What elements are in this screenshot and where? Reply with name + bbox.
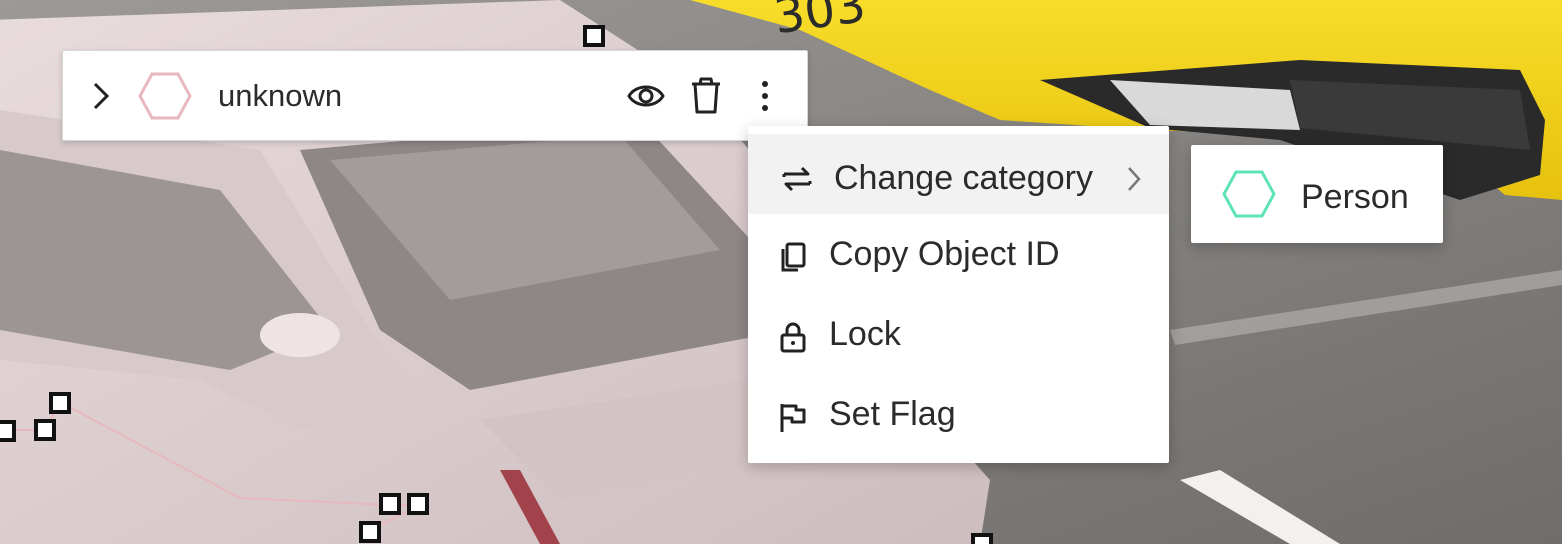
category-option-person[interactable]: Person bbox=[1191, 145, 1443, 243]
menu-item-label: Lock bbox=[829, 315, 901, 353]
expand-chevron-icon[interactable] bbox=[89, 79, 113, 113]
copy-icon bbox=[776, 240, 810, 274]
category-option-label: Person bbox=[1301, 178, 1409, 216]
menu-item-label: Set Flag bbox=[829, 395, 956, 433]
flag-icon bbox=[776, 400, 810, 434]
menu-item-label: Change category bbox=[834, 159, 1093, 197]
menu-item-change-category[interactable]: Change category bbox=[748, 134, 1169, 214]
menu-item-lock[interactable]: Lock bbox=[748, 294, 1169, 374]
person-hexagon-icon bbox=[1221, 169, 1277, 224]
more-options-icon[interactable] bbox=[745, 75, 785, 117]
delete-trash-icon[interactable] bbox=[686, 75, 726, 117]
lock-icon bbox=[776, 320, 810, 354]
category-hexagon-icon bbox=[137, 71, 193, 126]
menu-item-label: Copy Object ID bbox=[829, 235, 1060, 273]
menu-item-set-flag[interactable]: Set Flag bbox=[748, 374, 1169, 454]
chevron-right-icon bbox=[1124, 164, 1144, 199]
context-menu: Change category Copy Object ID Lock Set … bbox=[748, 126, 1169, 463]
menu-item-copy-object-id[interactable]: Copy Object ID bbox=[748, 214, 1169, 294]
visibility-eye-icon[interactable] bbox=[626, 75, 666, 117]
swap-arrows-icon bbox=[780, 162, 814, 196]
object-name: unknown bbox=[218, 78, 343, 113]
object-label-bar: unknown bbox=[62, 50, 808, 141]
